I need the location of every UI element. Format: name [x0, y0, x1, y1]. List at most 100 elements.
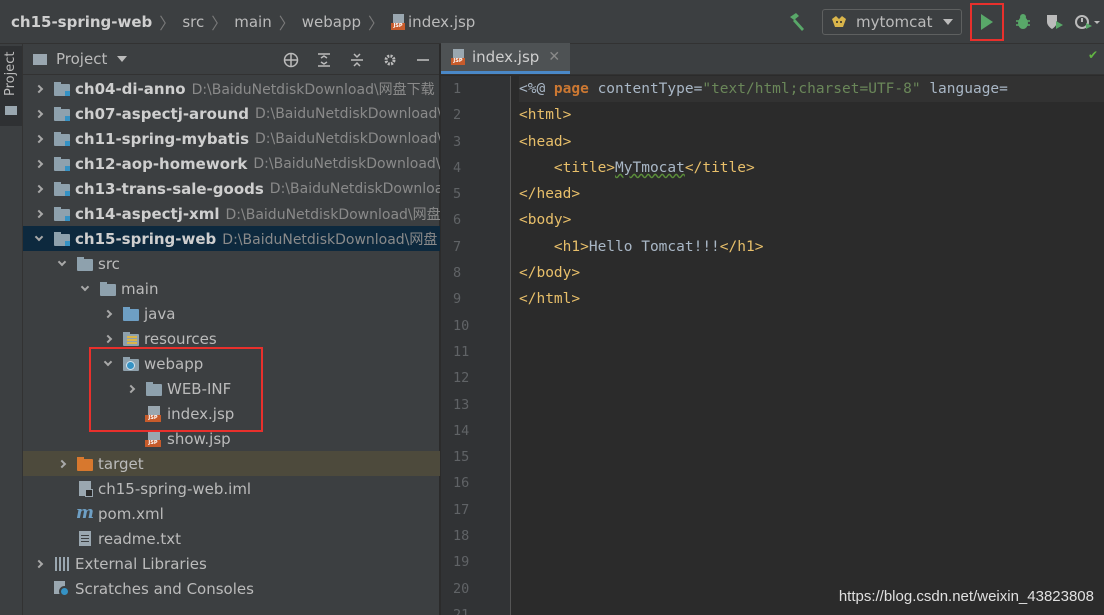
web-folder-icon — [122, 356, 140, 372]
close-icon[interactable]: ✕ — [548, 49, 560, 65]
code-token: <head> — [519, 133, 572, 150]
breadcrumb-item-main[interactable]: main — [234, 13, 271, 31]
tree-item-target[interactable]: target — [23, 451, 440, 476]
breadcrumb-item-webapp[interactable]: webapp — [302, 13, 361, 31]
code-token: </h1> — [719, 238, 764, 255]
expand-all-icon[interactable] — [307, 44, 340, 75]
chevron-right-icon[interactable] — [100, 309, 116, 318]
navigation-bar: ch15-spring-web 〉 src 〉 main 〉 webapp 〉 … — [0, 0, 1104, 44]
chevron-down-icon[interactable] — [54, 257, 70, 266]
code-token: contentType= — [588, 81, 703, 97]
chevron-down-icon[interactable] — [31, 232, 47, 241]
chevron-right-icon[interactable] — [54, 459, 70, 468]
line-number: 14 — [453, 422, 470, 439]
minimize-icon[interactable] — [406, 44, 439, 75]
globe-icon[interactable] — [274, 44, 307, 75]
chevron-right-icon[interactable] — [31, 159, 47, 168]
tree-item-ch14-aspectj-xml[interactable]: ch14-aspectj-xml D:\BaiduNetdiskDownload\… — [23, 201, 440, 226]
tree-item-webapp[interactable]: webapp — [23, 351, 440, 376]
folder-icon — [5, 106, 17, 115]
tree-item-main[interactable]: main — [23, 276, 440, 301]
tree-item-ch13-trans-sale-goods[interactable]: ch13-trans-sale-goods D:\BaiduNetdiskDown… — [23, 176, 440, 201]
project-tool-tab[interactable]: Project — [0, 46, 22, 126]
line-number: 19 — [453, 554, 470, 571]
tree-item-src[interactable]: src — [23, 251, 440, 276]
chevron-down-icon[interactable] — [100, 357, 116, 366]
tree-item-show-jsp[interactable]: JSP show.jsp — [23, 426, 440, 451]
line-number-gutter: 1 2 3 4 5 6 7 8 9 10 11 12 13 14 15 16 17 18 19 20 21 — [441, 76, 511, 615]
tree-item-web-inf[interactable]: WEB-INF — [23, 376, 440, 401]
tree-item-ch15-spring-web[interactable]: ch15-spring-web D:\BaiduNetdiskDownload\网… — [23, 226, 440, 251]
excluded-folder-icon — [76, 456, 94, 472]
breadcrumb-file-label: index.jsp — [408, 12, 476, 31]
line-number: 2 — [453, 107, 462, 124]
line-number: 3 — [453, 133, 462, 150]
tree-item-java[interactable]: java — [23, 301, 440, 326]
tree-item-ch07-aspectj-around[interactable]: ch07-aspectj-around D:\BaiduNetdiskDownlo… — [23, 101, 440, 126]
tree-item-ch12-aop-homework[interactable]: ch12-aop-homework D:\BaiduNetdiskDownload… — [23, 151, 440, 176]
code-token: <h1> — [553, 238, 589, 255]
tree-item-ch04-di-anno[interactable]: ch04-di-anno D:\BaiduNetdiskDownload\网盘下载 — [23, 76, 440, 101]
iml-file-icon — [76, 480, 94, 497]
chevron-right-icon[interactable] — [31, 134, 47, 143]
chevron-down-icon[interactable] — [117, 56, 128, 62]
chevron-right-icon[interactable] — [31, 109, 47, 118]
tree-item-label: Scratches and Consoles — [75, 579, 254, 598]
tree-item-label: main — [121, 279, 159, 298]
run-button[interactable] — [970, 3, 1004, 41]
jsp-file-icon: JSP — [451, 49, 465, 65]
inspection-ok-icon[interactable]: ✔ — [1088, 48, 1100, 62]
chevron-right-icon[interactable] — [100, 334, 116, 343]
profile-button[interactable] — [1072, 7, 1102, 37]
line-number: 11 — [453, 343, 470, 360]
gear-icon[interactable] — [373, 44, 406, 75]
tree-item-label: ch04-di-anno — [75, 79, 186, 98]
module-folder-icon — [53, 206, 71, 222]
tree-item-label: target — [98, 454, 144, 473]
tree-item-pom-xml[interactable]: m pom.xml — [23, 501, 440, 526]
tree-item-readme-txt[interactable]: readme.txt — [23, 526, 440, 551]
run-with-coverage-button[interactable] — [1040, 7, 1070, 37]
module-folder-icon — [53, 81, 71, 97]
tree-item-scratches-and-consoles[interactable]: Scratches and Consoles — [23, 576, 440, 601]
tab-index-jsp[interactable]: JSP index.jsp ✕ — [441, 43, 571, 74]
chevron-right-icon[interactable] — [31, 184, 47, 193]
tree-item-ch11-spring-mybatis[interactable]: ch11-spring-mybatis D:\BaiduNetdiskDownlo… — [23, 126, 440, 151]
chevron-right-icon[interactable] — [31, 559, 47, 568]
tree-item-path: D:\BaiduNetdiskDownload\网盘 — [225, 206, 440, 223]
code-token: <title> — [553, 159, 616, 176]
run-toolbar: mytomcat — [786, 0, 1104, 44]
breadcrumb-item-src[interactable]: src — [182, 13, 204, 31]
tree-item-label: External Libraries — [75, 554, 207, 573]
chevron-right-icon[interactable] — [31, 209, 47, 218]
project-panel-tools — [274, 44, 439, 75]
breadcrumb-separator: 〉 — [159, 13, 176, 33]
chevron-down-icon[interactable] — [77, 282, 93, 291]
code-line: <h1>Hello Tomcat!!!</h1> — [519, 234, 1104, 260]
tree-item-label: show.jsp — [167, 429, 231, 448]
tree-item-label: java — [144, 304, 176, 323]
code-line: </head> — [519, 181, 1104, 207]
run-configuration-select[interactable]: mytomcat — [822, 9, 962, 35]
debug-button[interactable] — [1008, 7, 1038, 37]
hammer-icon[interactable] — [786, 11, 808, 33]
chevron-right-icon[interactable] — [123, 384, 139, 393]
tree-item-index-jsp[interactable]: JSP index.jsp — [23, 401, 440, 426]
tree-item-resources[interactable]: resources — [23, 326, 440, 351]
chevron-right-icon[interactable] — [31, 84, 47, 93]
tree-item-path: D:\BaiduNetdiskDownload\网盘下载 — [191, 81, 435, 98]
tree-item-path: D:\BaiduNetdiskDownload\网盘 — [222, 231, 438, 248]
tree-item-external-libraries[interactable]: External Libraries — [23, 551, 440, 576]
breadcrumb-item-project[interactable]: ch15-spring-web — [11, 13, 152, 31]
tree-item-label: webapp — [144, 354, 204, 373]
folder-icon — [145, 381, 163, 397]
collapse-all-icon[interactable] — [340, 44, 373, 75]
project-view-selector[interactable]: Project — [56, 50, 107, 68]
tree-item-ch15-spring-web-iml[interactable]: ch15-spring-web.iml — [23, 476, 440, 501]
code-editor[interactable]: <%@ page contentType="text/html;charset=… — [519, 76, 1104, 615]
profiler-icon — [1075, 15, 1100, 29]
tree-item-path: D:\BaiduNetdiskDownload\ — [255, 130, 440, 147]
breadcrumb-item-file[interactable]: JSP index.jsp — [391, 13, 475, 31]
tree-item-label: ch07-aspectj-around — [75, 104, 249, 123]
tool-window-strip: Project — [0, 44, 23, 615]
